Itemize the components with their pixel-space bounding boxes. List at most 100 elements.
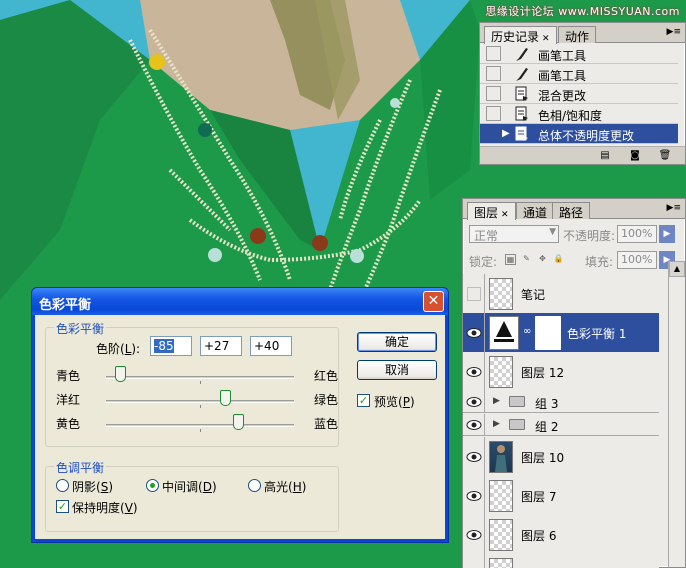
new-document-from-state-icon[interactable]: ▤	[598, 150, 612, 162]
history-item-selected[interactable]: ▶ 总体不透明度更改	[480, 124, 678, 144]
slider-track[interactable]	[106, 400, 294, 403]
layer-visibility-toggle[interactable]	[463, 352, 485, 391]
layer-name: 图层 10	[521, 451, 565, 465]
eye-icon	[466, 327, 482, 338]
radio-shadows[interactable]	[56, 479, 69, 492]
scroll-up-arrow-icon[interactable]: ▲	[669, 261, 685, 277]
preview-checkbox[interactable]: ✓	[357, 394, 370, 407]
cancel-button[interactable]: 取消	[357, 360, 437, 380]
layer-row-notes[interactable]: 笔记	[463, 274, 659, 314]
radio-midtones[interactable]	[146, 479, 159, 492]
history-item[interactable]: 混合更改	[480, 84, 678, 104]
panel-menu-icon[interactable]: ▶≡	[667, 203, 681, 213]
layer-visibility-toggle[interactable]	[463, 391, 485, 412]
slider-right-label: 红色	[313, 369, 338, 383]
opacity-slider-arrow-icon[interactable]: ▶	[659, 225, 675, 243]
dialog-titlebar[interactable]: 色彩平衡	[32, 288, 448, 315]
slider-track[interactable]	[106, 424, 294, 427]
slider-thumb[interactable]	[115, 366, 127, 382]
layer-row-7[interactable]: 图层 7	[463, 476, 659, 516]
level-yellow-blue-input[interactable]: +40	[250, 336, 292, 356]
history-item-label: 混合更改	[538, 89, 587, 103]
tab-history-label: 历史记录	[491, 30, 540, 44]
tab-paths[interactable]: 路径	[552, 202, 591, 220]
layer-visibility-toggle[interactable]	[463, 414, 485, 435]
layers-scrollbar[interactable]: ▲	[668, 261, 685, 567]
lock-position-move-icon[interactable]: ✥	[537, 254, 548, 265]
blend-mode-value: 正常	[474, 229, 499, 243]
layer-visibility-toggle[interactable]	[463, 476, 485, 515]
slider-track[interactable]	[106, 376, 294, 379]
slider-thumb[interactable]	[220, 390, 232, 406]
layer-row-10[interactable]: 图层 10	[463, 437, 659, 477]
history-source-checkbox[interactable]	[486, 86, 501, 101]
layer-row-partial[interactable]	[463, 554, 659, 568]
blend-mode-select[interactable]: 正常 ▼	[469, 225, 559, 243]
opacity-label: 不透明度:	[563, 229, 616, 243]
tab-layers[interactable]: 图层 ✕	[467, 202, 516, 220]
layer-row-color-balance[interactable]: ∞ 色彩平衡 1	[463, 313, 659, 353]
radio-highlights[interactable]	[248, 479, 261, 492]
slider-thumb[interactable]	[232, 414, 244, 430]
close-icon[interactable]: ✕	[423, 291, 444, 312]
history-item[interactable]: 画笔工具	[480, 64, 678, 84]
layer-thumbnail	[489, 480, 513, 512]
tab-actions[interactable]: 动作	[558, 26, 597, 44]
history-item[interactable]: 色相/饱和度	[480, 104, 678, 124]
layer-visibility-toggle[interactable]	[463, 274, 485, 313]
layer-visibility-toggle[interactable]	[463, 515, 485, 554]
layer-group-3[interactable]: ▶ 组 3	[463, 391, 659, 413]
opacity-input[interactable]: 100%	[617, 225, 657, 243]
layer-visibility-toggle[interactable]	[463, 437, 485, 476]
close-icon[interactable]: ✕	[542, 34, 550, 44]
history-item[interactable]: 画笔工具	[480, 44, 678, 64]
mask-link-chain-icon[interactable]: ∞	[523, 326, 531, 337]
color-balance-scale-icon	[494, 321, 514, 342]
layer-name: 图层 12	[521, 366, 565, 380]
radio-highlights-label[interactable]: 高光(H)	[264, 478, 306, 495]
lock-transparency-icon[interactable]: ▦	[505, 254, 516, 265]
lock-all-padlock-icon[interactable]: 🔒	[553, 254, 564, 265]
history-source-checkbox[interactable]	[486, 46, 501, 61]
history-source-checkbox[interactable]	[486, 126, 501, 141]
layer-row-12[interactable]: 图层 12	[463, 352, 659, 392]
preview-label[interactable]: 预览(P)	[374, 393, 415, 410]
slider-yellow-blue[interactable]: 黄色 蓝色	[56, 412, 338, 434]
slider-left-label: 黄色	[56, 417, 81, 431]
close-icon[interactable]: ✕	[501, 210, 509, 220]
color-balance-groupbox: 色彩平衡 色阶(L): -85 +27 +40 青色 红色 洋红 绿色 黄色 蓝…	[45, 320, 339, 447]
slider-magenta-green[interactable]: 洋红 绿色	[56, 388, 338, 410]
history-source-checkbox[interactable]	[486, 66, 501, 81]
lock-label: 锁定:	[469, 255, 498, 269]
panel-menu-icon[interactable]: ▶≡	[667, 27, 681, 37]
layer-row-6[interactable]: 图层 6	[463, 515, 659, 555]
dialog-title: 色彩平衡	[39, 298, 92, 313]
slider-cyan-red[interactable]: 青色 红色	[56, 364, 338, 386]
history-item-label: 画笔工具	[538, 69, 587, 83]
radio-midtones-label[interactable]: 中间调(D)	[162, 478, 217, 495]
preserve-luminosity-checkbox[interactable]: ✓	[56, 500, 69, 513]
fill-input[interactable]: 100%	[617, 251, 657, 269]
history-state-icon	[514, 126, 530, 142]
layer-mask-thumbnail[interactable]	[535, 316, 561, 350]
ok-button[interactable]: 确定	[357, 332, 437, 352]
lock-image-brush-icon[interactable]: ✎	[521, 254, 532, 265]
snapshot-camera-icon[interactable]: ◙	[628, 150, 642, 162]
tab-channels[interactable]: 通道	[516, 202, 555, 220]
history-item-label: 画笔工具	[538, 49, 587, 63]
level-cyan-red-input[interactable]: -85	[150, 336, 192, 356]
trash-icon[interactable]: 🗑	[658, 150, 672, 162]
history-footer: ▤ ◙ 🗑	[480, 146, 685, 164]
history-source-checkbox[interactable]	[486, 106, 501, 121]
group-expand-triangle-icon[interactable]: ▶	[493, 396, 500, 406]
history-state-icon	[514, 86, 530, 102]
tab-history[interactable]: 历史记录 ✕	[484, 26, 557, 44]
group-expand-triangle-icon[interactable]: ▶	[493, 419, 500, 429]
level-magenta-green-input[interactable]: +27	[200, 336, 242, 356]
preserve-luminosity-label[interactable]: 保持明度(V)	[72, 499, 138, 516]
layer-group-2[interactable]: ▶ 组 2	[463, 414, 659, 436]
layer-visibility-toggle[interactable]	[463, 554, 485, 568]
layer-visibility-toggle[interactable]	[463, 313, 485, 352]
radio-shadows-label[interactable]: 阴影(S)	[72, 478, 113, 495]
history-item-label: 总体不透明度更改	[538, 129, 635, 143]
